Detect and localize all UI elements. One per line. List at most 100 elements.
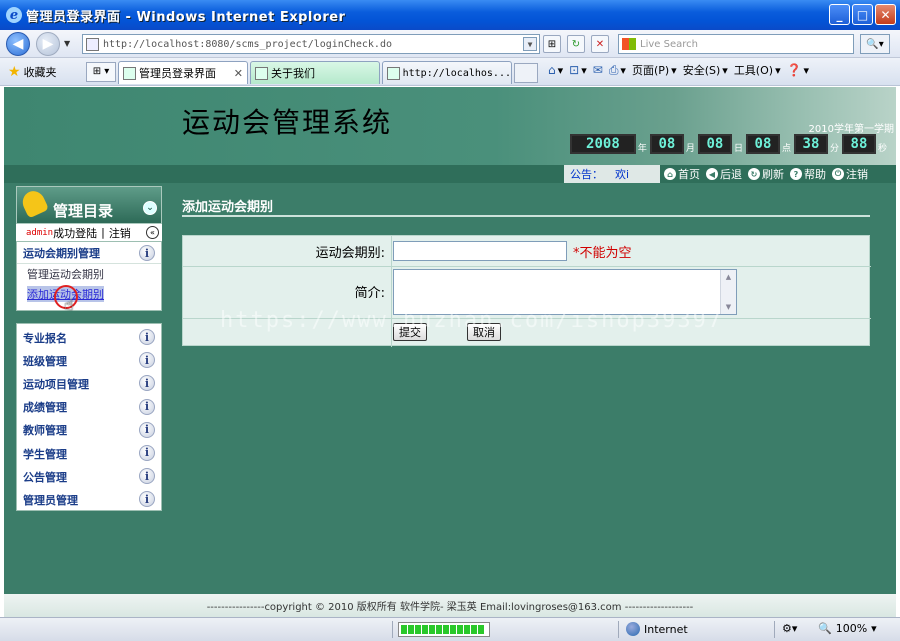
sidebar-item-add-period[interactable]: 添加运动会期别: [17, 284, 161, 304]
zoom-control[interactable]: 🔍 100% ▾: [818, 622, 877, 635]
scroll-up-icon[interactable]: ▲: [721, 270, 736, 284]
sidebar-logout-link[interactable]: 注销: [109, 225, 131, 241]
notice-marquee: 公告： 欢i: [564, 165, 660, 183]
info-icon[interactable]: i: [139, 245, 155, 261]
zoom-icon: 🔍: [818, 622, 832, 635]
separator: |: [101, 226, 105, 239]
clock-unit: 秒: [877, 144, 887, 154]
scroll-down-icon[interactable]: ▼: [721, 300, 736, 314]
address-field[interactable]: http://localhost:8080/scms_project/login…: [82, 34, 540, 54]
sidebar-section-teachers[interactable]: 教师管理 i: [17, 419, 161, 442]
refresh-icon[interactable]: ↻: [567, 35, 585, 53]
tab-localhost[interactable]: http://localhos...: [382, 61, 512, 84]
minimize-button[interactable]: _: [829, 4, 850, 25]
info-icon[interactable]: i: [139, 444, 155, 461]
site-header: 运动会管理系统 2010学年第一学期 2008 年 08 月 08 日 08 点 38 分…: [4, 87, 896, 165]
clock-unit: 分: [829, 144, 839, 154]
top-nav: ⌂ 首页 ◀ 后退 ↻ 刷新 ? 帮助 ⏻ 注销: [664, 165, 868, 183]
hand-cursor-icon: ☝: [64, 295, 74, 314]
new-tab-button[interactable]: [514, 63, 538, 83]
period-input[interactable]: [393, 241, 567, 261]
title-divider: [182, 215, 870, 217]
page-icon: [86, 37, 99, 51]
menu-title: 管理目录: [53, 202, 114, 220]
safety-menu[interactable]: 安全(S) ▾: [683, 62, 728, 78]
nav-logout[interactable]: ⏻ 注销: [832, 166, 868, 182]
modules-panel: 专业报名 i 班级管理 i 运动项目管理 i 成绩管理 i 教师管理 i 学生管理 i 公告…: [16, 323, 162, 511]
info-icon[interactable]: i: [139, 468, 155, 485]
status-separator: [774, 621, 775, 638]
section-label: 运动项目管理: [23, 377, 89, 391]
sidebar-section-notices[interactable]: 公告管理 i: [17, 465, 161, 488]
info-icon[interactable]: i: [139, 491, 155, 508]
sidebar-section-major-signup[interactable]: 专业报名 i: [17, 326, 161, 349]
section-label: 教师管理: [23, 424, 67, 438]
favorites-button[interactable]: ★ 收藏夹: [8, 64, 80, 80]
compat-view-icon[interactable]: ⊞: [543, 35, 561, 53]
close-button[interactable]: ✕: [875, 4, 896, 25]
tools-menu[interactable]: 工具(O) ▾: [734, 62, 781, 78]
stop-icon[interactable]: ✕: [591, 35, 609, 53]
ie-logo-icon: e: [6, 7, 22, 23]
page-title: 添加运动会期别: [182, 200, 274, 215]
security-zone[interactable]: Internet: [626, 622, 688, 636]
search-placeholder: Live Search: [640, 38, 698, 50]
nav-refresh-label: 刷新: [762, 168, 784, 181]
sidebar-item-manage-period[interactable]: 管理运动会期别: [17, 264, 161, 284]
address-dropdown-icon[interactable]: ▼: [523, 37, 537, 51]
print-button[interactable]: ⎙ ▾: [609, 63, 626, 78]
section-label: 班级管理: [23, 354, 67, 368]
sidebar-section-scores[interactable]: 成绩管理 i: [17, 396, 161, 419]
sidebar-section-events[interactable]: 运动项目管理 i: [17, 372, 161, 395]
collapse-left-icon[interactable]: «: [146, 226, 159, 239]
search-button[interactable]: 🔍▾: [860, 34, 890, 54]
info-icon[interactable]: i: [139, 421, 155, 438]
tab-label: 关于我们: [271, 67, 315, 80]
quick-tabs-button[interactable]: ⊞ ▾: [86, 61, 116, 82]
home-button[interactable]: ⌂ ▾: [548, 63, 563, 77]
digital-clock: 2008 年 08 月 08 日 08 点 38 分 88 秒: [569, 134, 890, 154]
info-icon[interactable]: i: [139, 375, 155, 392]
feed-icon: ⊡: [569, 63, 580, 77]
collapse-menu-icon[interactable]: ⌄: [143, 201, 157, 215]
tab-close-icon[interactable]: ✕: [234, 67, 243, 80]
refresh-icon: ↻: [748, 168, 760, 180]
term-label: 2010学年第一学期: [808, 124, 894, 135]
history-dropdown-icon[interactable]: ▼: [64, 39, 70, 48]
clock-hour: 08: [745, 134, 780, 154]
back-arrow-icon: ◀: [706, 168, 718, 180]
notice-label: 公告：: [570, 168, 603, 181]
info-icon[interactable]: i: [139, 352, 155, 369]
zone-label: Internet: [644, 622, 688, 636]
star-icon: ★: [8, 63, 21, 80]
sidebar-section-period[interactable]: 运动会期别管理 i: [17, 242, 161, 264]
back-button[interactable]: ◀: [6, 31, 30, 56]
info-icon[interactable]: i: [139, 329, 155, 345]
mail-button[interactable]: ✉: [593, 63, 603, 77]
search-input[interactable]: Live Search: [618, 34, 854, 54]
forward-button[interactable]: ▶: [36, 31, 60, 56]
tab-about-us[interactable]: 关于我们: [250, 61, 380, 84]
progress-bar: [398, 622, 490, 637]
footer: ----------------copyright © 2010 版权所有 软件…: [4, 594, 896, 617]
nav-help-label: 帮助: [804, 168, 826, 181]
tab-label: http://localhos...: [402, 67, 511, 79]
maximize-button[interactable]: □: [852, 4, 873, 25]
protected-mode-icon[interactable]: ⚙▾: [782, 622, 797, 635]
sidebar-section-admins[interactable]: 管理员管理 i: [17, 488, 161, 511]
info-icon[interactable]: i: [139, 398, 155, 415]
sidebar-section-class[interactable]: 班级管理 i: [17, 349, 161, 372]
help-button[interactable]: ❓ ▾: [787, 63, 809, 77]
page-icon: [255, 66, 268, 80]
nav-refresh[interactable]: ↻ 刷新: [748, 166, 784, 182]
nav-back[interactable]: ◀ 后退: [706, 166, 742, 182]
section-label: 管理员管理: [23, 493, 78, 507]
notice-message[interactable]: 欢i: [615, 166, 629, 182]
sidebar-section-students[interactable]: 学生管理 i: [17, 442, 161, 465]
page-menu[interactable]: 页面(P) ▾: [632, 62, 677, 78]
nav-home[interactable]: ⌂ 首页: [664, 166, 700, 182]
tab-label: 管理员登录界面: [139, 67, 216, 80]
feeds-button[interactable]: ⊡ ▾: [569, 63, 587, 77]
tab-admin-login[interactable]: 管理员登录界面 ✕: [118, 61, 248, 84]
nav-help[interactable]: ? 帮助: [790, 166, 826, 182]
